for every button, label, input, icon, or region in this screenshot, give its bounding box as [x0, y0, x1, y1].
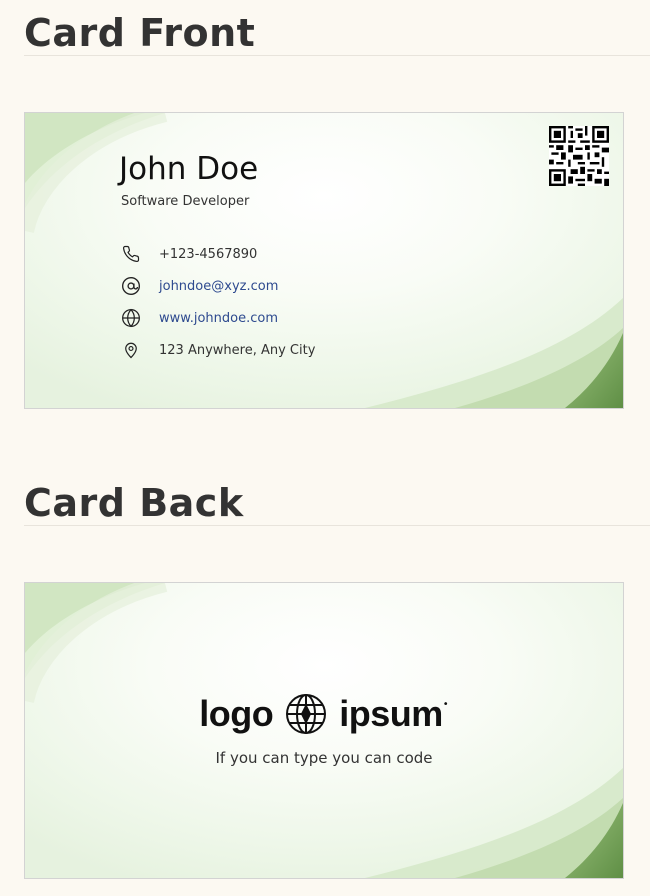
qr-code — [549, 126, 609, 186]
card-back: logo ipsum • If you can type you can cod… — [24, 582, 624, 879]
tagline: If you can type you can code — [215, 749, 433, 767]
location-pin-icon — [121, 340, 141, 360]
card-back-heading: Card Back — [24, 481, 244, 525]
logo-text-left: logo — [199, 693, 274, 734]
person-role: Software Developer — [121, 194, 250, 209]
card-decoration — [25, 113, 623, 408]
at-icon — [121, 276, 141, 296]
phone-icon — [121, 244, 141, 264]
contact-text: +123-4567890 — [159, 246, 258, 262]
globe-logo-icon — [285, 693, 327, 735]
logo-text-right: ipsum — [339, 693, 443, 734]
heading-divider — [24, 525, 650, 526]
logo: logo ipsum • — [25, 693, 623, 735]
contact-email[interactable]: johndoe@xyz.com — [121, 276, 278, 296]
contact-phone: +123-4567890 — [121, 244, 257, 264]
contact-website[interactable]: www.johndoe.com — [121, 308, 278, 328]
card-front-heading: Card Front — [24, 11, 256, 55]
contact-address: 123 Anywhere, Any City — [121, 340, 315, 360]
heading-divider — [24, 55, 650, 56]
contact-text: 123 Anywhere, Any City — [159, 342, 316, 358]
globe-icon — [121, 308, 141, 328]
email-link[interactable]: johndoe@xyz.com — [159, 279, 278, 294]
person-name: John Doe — [119, 151, 259, 187]
website-link[interactable]: www.johndoe.com — [159, 311, 278, 326]
logo-mark-dot: • — [442, 699, 449, 710]
card-front: John Doe Software Developer +123-4567890 — [24, 112, 624, 409]
